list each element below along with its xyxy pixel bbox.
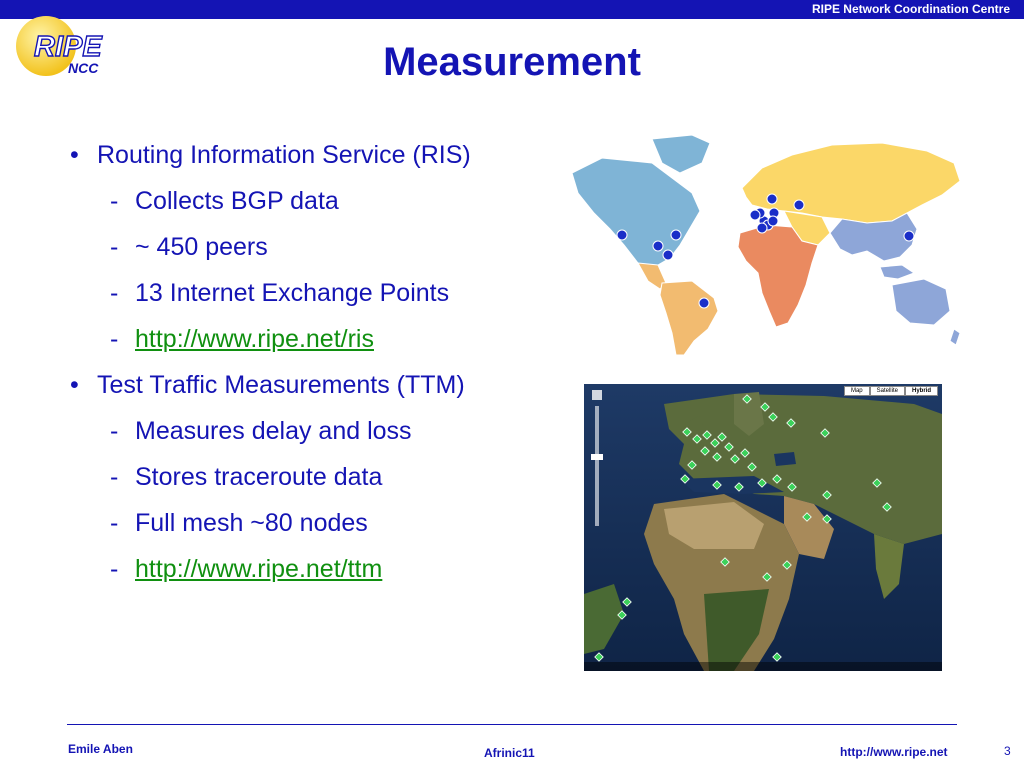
bullet-list: • Routing Information Service (RIS) - Coll… [70, 136, 550, 596]
ris-link[interactable]: http://www.ripe.net/ris [135, 325, 374, 353]
ttm-link[interactable]: http://www.ripe.net/ttm [135, 555, 382, 583]
sub-bullet: - http://www.ripe.net/ris [70, 320, 550, 366]
dash-icon: - [110, 187, 119, 215]
footer-divider [67, 724, 957, 725]
dash-icon: - [110, 509, 119, 537]
dash-icon: - [110, 555, 119, 583]
dash-icon: - [110, 233, 119, 261]
dash-icon: - [110, 417, 119, 445]
ris-world-map [562, 133, 964, 357]
sub-bullet: - Full mesh ~80 nodes [70, 504, 550, 550]
dash-icon: - [110, 463, 119, 491]
slide-title: Measurement [383, 40, 641, 84]
header-bar: RIPE Network Coordination Centre [0, 0, 1024, 19]
sub-bullet: - ~ 450 peers [70, 228, 550, 274]
page-number: 3 [1004, 744, 1011, 758]
sub-bullet: -13 Internet Exchange Points [70, 274, 550, 320]
map-type-buttons: Map Satellite Hybrid [843, 386, 938, 396]
bullet-icon: • [70, 141, 79, 169]
sub-bullet: - Stores traceroute data [70, 458, 550, 504]
hybrid-button[interactable]: Hybrid [904, 386, 938, 396]
sub-bullet: - Measures delay and loss [70, 412, 550, 458]
sub-bullet: - http://www.ripe.net/ttm [70, 550, 550, 596]
bullet-icon: • [70, 371, 79, 399]
satellite-button[interactable]: Satellite [869, 386, 905, 396]
bullet-ttm: • Test Traffic Measurements (TTM) [70, 366, 550, 412]
footer-url[interactable]: http://www.ripe.net [840, 745, 948, 759]
ttm-satellite-map: Map Satellite Hybrid [584, 384, 942, 671]
dash-icon: - [110, 325, 119, 353]
bullet-ris: • Routing Information Service (RIS) [70, 136, 550, 182]
dash-icon: - [110, 279, 119, 307]
footer-author: Emile Aben [68, 742, 133, 756]
footer-event: Afrinic11 [484, 746, 535, 760]
org-name: RIPE Network Coordination Centre [811, 2, 1010, 16]
sub-bullet: - Collects BGP data [70, 182, 550, 228]
map-button[interactable]: Map [843, 386, 870, 396]
